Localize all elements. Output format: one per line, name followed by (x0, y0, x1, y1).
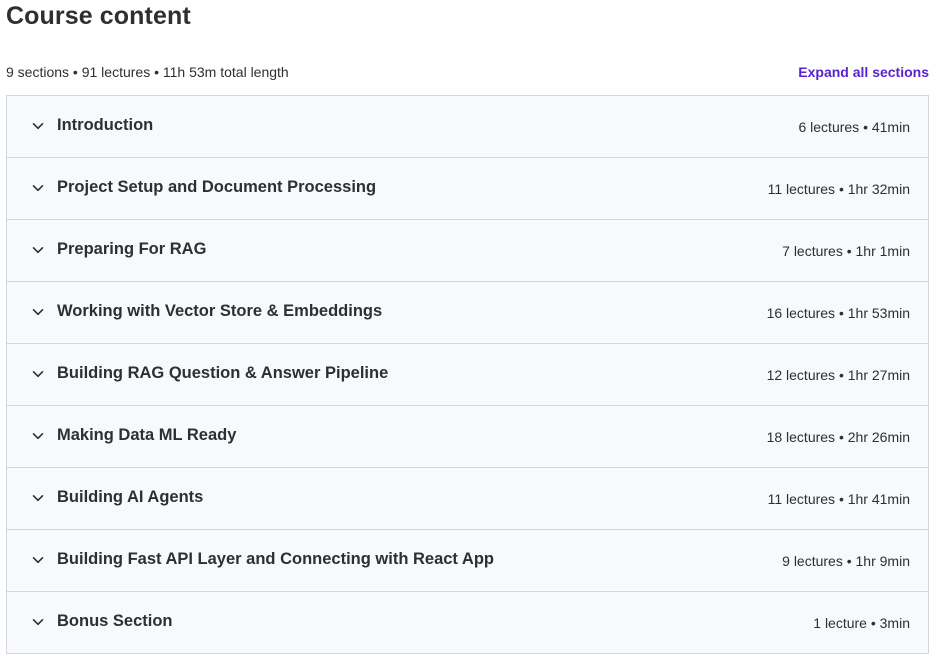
section-title: Building Fast API Layer and Connecting w… (57, 550, 494, 568)
course-summary-text: 9 sections • 91 lectures • 11h 53m total… (6, 64, 289, 80)
sections-accordion: Introduction 6 lectures • 41min Project … (6, 95, 929, 654)
section-meta: 9 lectures • 1hr 9min (782, 553, 910, 569)
section-title: Introduction (57, 116, 154, 134)
chevron-down-icon (32, 247, 44, 254)
section-row[interactable]: Bonus Section 1 lecture • 3min (7, 592, 928, 653)
section-title: Preparing For RAG (57, 240, 207, 258)
section-row[interactable]: Working with Vector Store & Embeddings 1… (7, 282, 928, 344)
section-meta: 12 lectures • 1hr 27min (766, 367, 910, 383)
section-meta: 11 lectures • 1hr 32min (767, 181, 910, 197)
section-row[interactable]: Making Data ML Ready 18 lectures • 2hr 2… (7, 406, 928, 468)
chevron-down-icon (32, 371, 44, 378)
course-summary-bar: 9 sections • 91 lectures • 11h 53m total… (6, 62, 929, 84)
section-title: Building AI Agents (57, 488, 204, 506)
chevron-down-icon (32, 309, 44, 316)
chevron-down-icon (32, 433, 44, 440)
page-title: Course content (6, 2, 191, 30)
chevron-down-icon (32, 185, 44, 192)
section-meta: 18 lectures • 2hr 26min (766, 429, 910, 445)
section-row[interactable]: Building AI Agents 11 lectures • 1hr 41m… (7, 468, 928, 530)
section-row[interactable]: Building Fast API Layer and Connecting w… (7, 530, 928, 592)
chevron-down-icon (32, 619, 44, 626)
section-title: Making Data ML Ready (57, 426, 237, 444)
section-row[interactable]: Preparing For RAG 7 lectures • 1hr 1min (7, 220, 928, 282)
section-title: Building RAG Question & Answer Pipeline (57, 364, 389, 382)
section-meta: 1 lecture • 3min (813, 615, 910, 631)
section-meta: 11 lectures • 1hr 41min (767, 491, 910, 507)
section-row[interactable]: Project Setup and Document Processing 11… (7, 158, 928, 220)
chevron-down-icon (32, 123, 44, 130)
chevron-down-icon (32, 495, 44, 502)
section-row[interactable]: Introduction 6 lectures • 41min (7, 96, 928, 158)
expand-all-sections-button[interactable]: Expand all sections (798, 64, 929, 80)
section-title: Project Setup and Document Processing (57, 178, 377, 196)
section-meta: 16 lectures • 1hr 53min (766, 305, 910, 321)
chevron-down-icon (32, 557, 44, 564)
section-title: Working with Vector Store & Embeddings (57, 302, 383, 320)
section-meta: 6 lectures • 41min (798, 119, 910, 135)
section-title: Bonus Section (57, 612, 173, 630)
section-meta: 7 lectures • 1hr 1min (782, 243, 910, 259)
section-row[interactable]: Building RAG Question & Answer Pipeline … (7, 344, 928, 406)
